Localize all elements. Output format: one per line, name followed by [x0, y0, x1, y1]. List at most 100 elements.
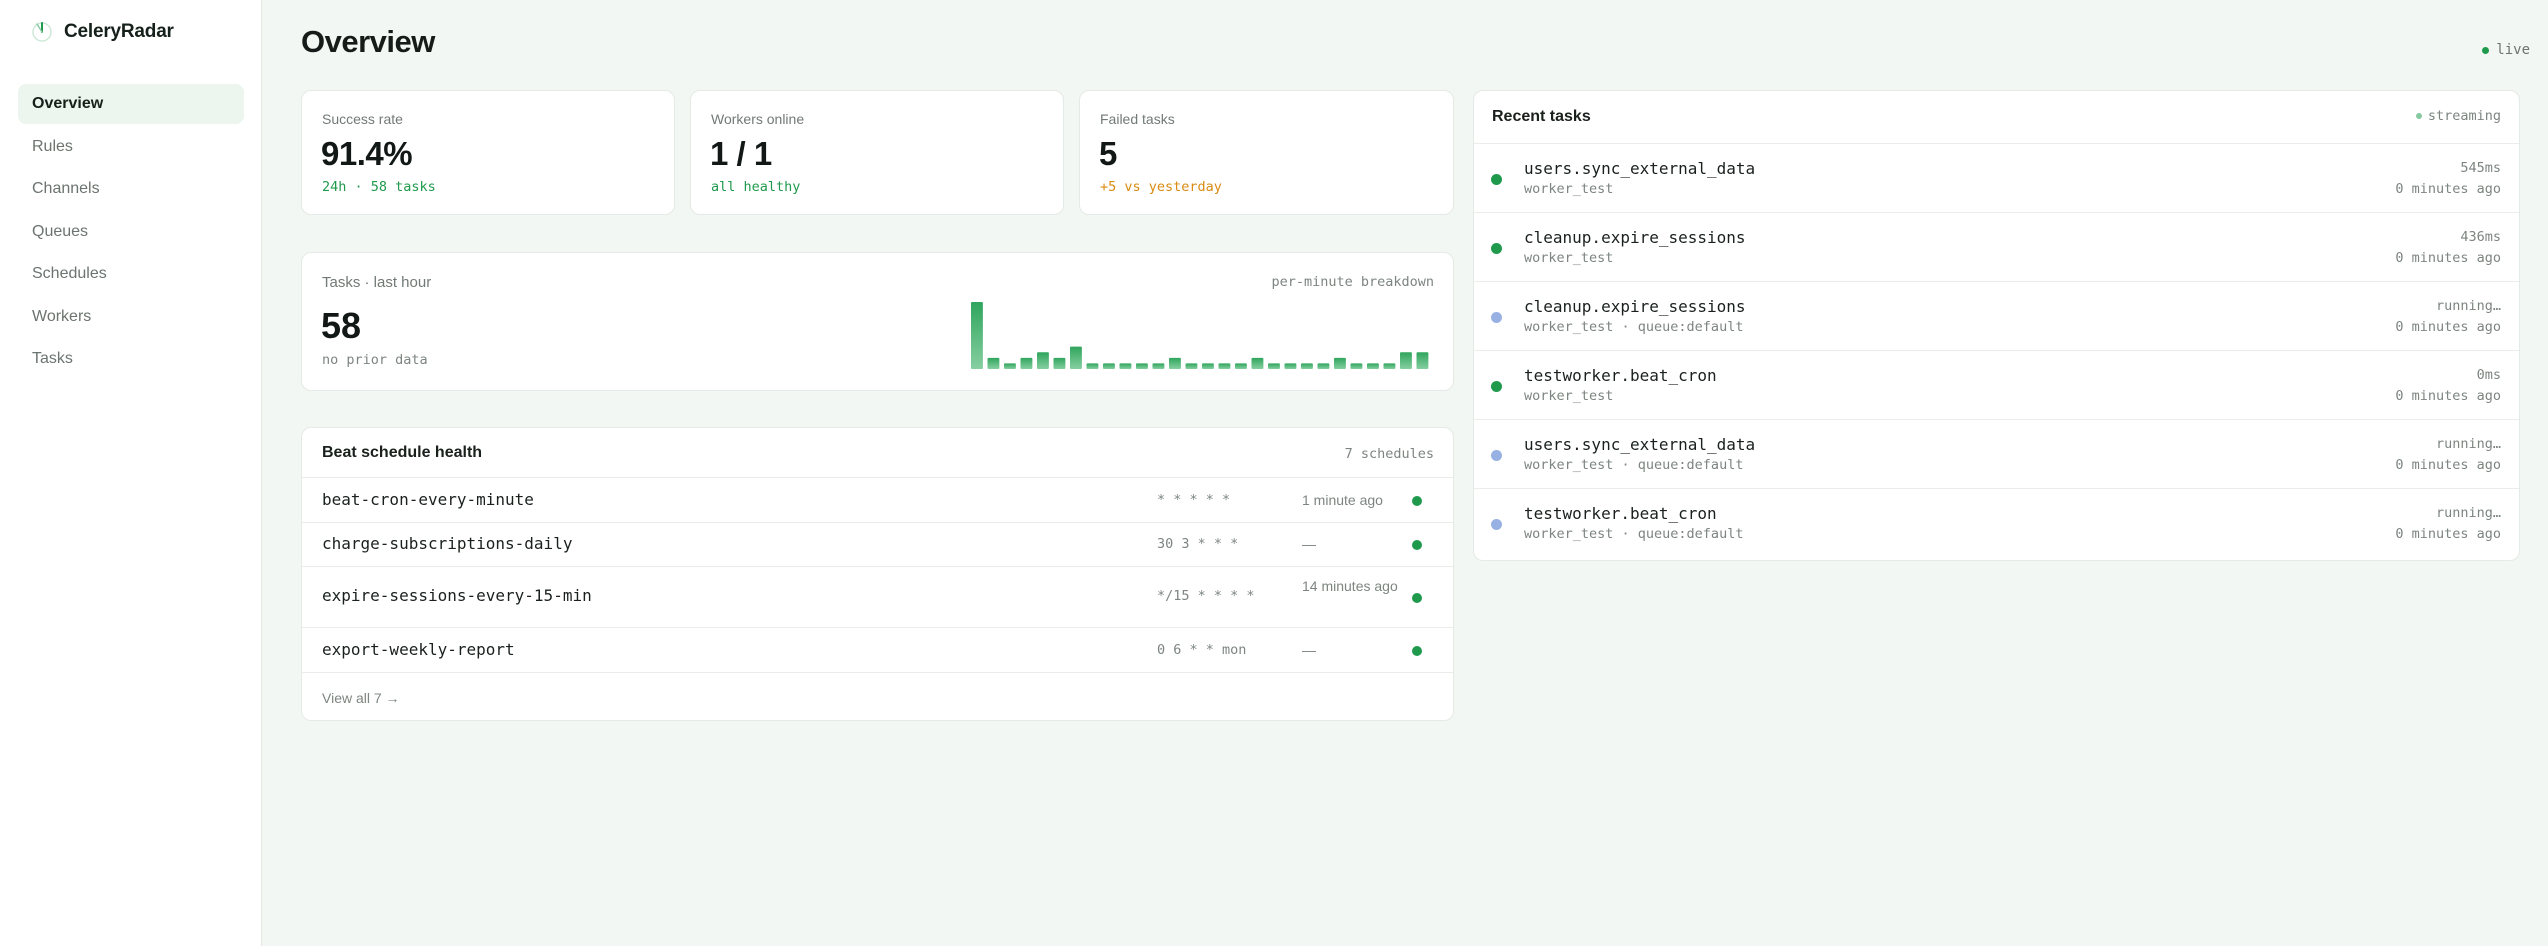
sidebar-item-schedules[interactable]: Schedules — [18, 254, 244, 294]
schedule-cron: */15 * * * * — [1157, 588, 1255, 604]
page-title: Overview — [301, 24, 435, 59]
task-time-ago: 0 minutes ago — [2395, 457, 2501, 473]
schedule-last-run: — — [1302, 536, 1316, 552]
chart-bar — [1251, 357, 1264, 369]
task-status-dot — [1491, 243, 1502, 254]
schedule-name: charge-subscriptions-daily — [322, 534, 573, 553]
schedule-row[interactable]: beat-cron-every-minute * * * * * 1 minut… — [302, 477, 1453, 522]
recent-tasks-card: Recent tasks streaming users.sync_extern… — [1473, 90, 2520, 561]
schedule-row[interactable]: charge-subscriptions-daily 30 3 * * * — — [302, 522, 1453, 566]
stat-label: Failed tasks — [1100, 111, 1175, 127]
recent-task-row[interactable]: testworker.beat_cron worker_test · queue:… — [1474, 488, 2519, 557]
chart-bar — [1235, 363, 1247, 369]
task-meta: worker_test · queue:default — [1524, 319, 1744, 335]
schedule-row[interactable]: export-weekly-report 0 6 * * mon — — [302, 627, 1453, 672]
recent-task-row[interactable]: users.sync_external_data worker_test · qu… — [1474, 419, 2519, 488]
task-duration: running… — [2435, 298, 2501, 314]
recent-task-row[interactable]: cleanup.expire_sessions worker_test · que… — [1474, 281, 2519, 350]
chart-bar — [987, 357, 1000, 369]
task-duration: 545ms — [2460, 160, 2501, 176]
chart-bar — [1334, 357, 1346, 369]
sidebar-item-workers[interactable]: Workers — [18, 297, 244, 337]
task-duration: running… — [2435, 505, 2501, 521]
schedule-row[interactable]: expire-sessions-every-15-min */15 * * * … — [302, 566, 1453, 627]
sidebar-item-rules[interactable]: Rules — [18, 127, 244, 167]
streaming-dot-icon — [2415, 113, 2422, 119]
stat-card-failed-tasks: Failed tasks 5 +5 vs yesterday — [1079, 90, 1454, 215]
task-status-dot — [1491, 381, 1502, 392]
recent-tasks-title: Recent tasks — [1492, 108, 1591, 125]
task-meta: worker_test — [1524, 388, 1614, 404]
schedule-name: export-weekly-report — [322, 640, 515, 659]
chart-bar — [1053, 357, 1066, 369]
view-all-schedules-link[interactable]: View all 7 → — [322, 690, 400, 706]
chart-bar — [1037, 352, 1049, 369]
task-name: testworker.beat_cron — [1524, 504, 1717, 523]
schedule-last-run: 1 minute ago — [1302, 492, 1383, 508]
stat-value: 91.4% — [321, 135, 413, 172]
chart-bar — [1416, 352, 1429, 369]
chart-bar — [1367, 363, 1379, 369]
brand[interactable]: CeleryRadar — [30, 20, 174, 44]
streaming-indicator: streaming — [2415, 108, 2501, 124]
schedule-cron: * * * * * — [1157, 492, 1231, 508]
task-name: users.sync_external_data — [1524, 159, 1756, 178]
chart-bar — [1152, 363, 1165, 369]
task-status-dot — [1491, 312, 1502, 323]
beat-schedule-count: 7 schedules — [1344, 446, 1434, 462]
sidebar-nav: Overview Rules Channels Queues Schedules… — [18, 84, 244, 382]
schedule-status-dot — [1412, 593, 1422, 603]
task-time-ago: 0 minutes ago — [2395, 526, 2501, 542]
chart-bar — [1119, 363, 1132, 369]
task-status-dot — [1491, 450, 1502, 461]
schedule-name: beat-cron-every-minute — [322, 490, 534, 509]
sidebar: CeleryRadar Overview Rules Channels Queu… — [0, 0, 262, 946]
sidebar-item-channels[interactable]: Channels — [18, 169, 244, 209]
task-time-ago: 0 minutes ago — [2395, 388, 2501, 404]
task-time-ago: 0 minutes ago — [2395, 181, 2501, 197]
radar-logo-icon — [32, 22, 52, 42]
schedule-last-run: — — [1302, 642, 1316, 658]
task-time-ago: 0 minutes ago — [2395, 250, 2501, 266]
chart-bar — [1202, 363, 1214, 369]
chart-bar — [1004, 363, 1016, 369]
chart-bar — [1284, 363, 1297, 369]
per-minute-breakdown-label: per-minute breakdown — [1271, 274, 1434, 290]
sidebar-item-tasks[interactable]: Tasks — [18, 339, 244, 379]
recent-task-row[interactable]: cleanup.expire_sessions worker_test 436ms 0… — [1474, 212, 2519, 281]
task-time-ago: 0 minutes ago — [2395, 319, 2501, 335]
stat-value: 1 / 1 — [710, 135, 772, 172]
schedule-footer-divider — [302, 672, 1453, 673]
schedule-last-run: 14 minutes ago — [1302, 578, 1398, 594]
sidebar-item-queues[interactable]: Queues — [18, 212, 244, 252]
task-meta: worker_test · queue:default — [1524, 526, 1744, 542]
schedule-cron: 30 3 * * * — [1157, 536, 1239, 552]
tasks-hour-sub: no prior data — [322, 352, 428, 368]
chart-bar — [1086, 363, 1099, 369]
schedule-status-dot — [1412, 540, 1422, 550]
schedule-status-dot — [1412, 646, 1422, 656]
chart-bar — [1268, 363, 1280, 369]
stat-sub: +5 vs yesterday — [1100, 179, 1222, 195]
task-duration: 0ms — [2476, 367, 2501, 383]
task-duration: 436ms — [2460, 229, 2501, 245]
stat-sub: all healthy — [711, 179, 801, 195]
beat-schedule-card: Beat schedule health 7 schedules beat-cr… — [301, 427, 1454, 721]
chart-bar — [1383, 363, 1396, 369]
task-meta: worker_test — [1524, 250, 1614, 266]
sidebar-item-overview[interactable]: Overview — [18, 84, 244, 124]
live-indicator: live — [2482, 42, 2530, 58]
stat-sub: 24h · 58 tasks — [322, 179, 436, 195]
recent-task-row[interactable]: testworker.beat_cron worker_test 0ms 0 minu… — [1474, 350, 2519, 419]
tasks-hour-value: 58 — [321, 305, 362, 346]
beat-schedule-title: Beat schedule health — [322, 444, 483, 461]
chart-bar — [1400, 352, 1412, 369]
task-status-dot — [1491, 519, 1502, 530]
chart-bar — [1317, 363, 1330, 369]
recent-task-row[interactable]: users.sync_external_data worker_test 545ms… — [1474, 143, 2519, 212]
task-name: testworker.beat_cron — [1524, 366, 1717, 385]
chart-bar — [1185, 363, 1198, 369]
tasks-last-hour-card: Tasks · last hour 58 no prior data per-m… — [301, 252, 1454, 391]
chart-bar — [1350, 363, 1363, 369]
chart-bar — [1136, 363, 1148, 369]
